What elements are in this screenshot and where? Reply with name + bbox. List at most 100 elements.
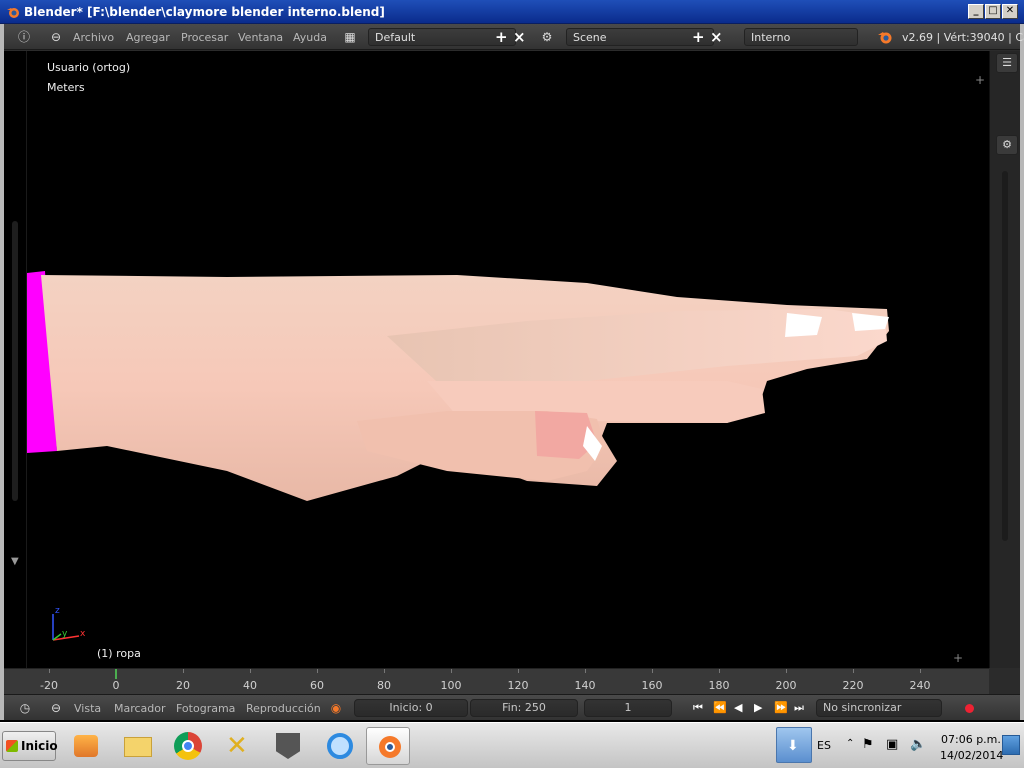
timeline-tick-mark (384, 669, 385, 673)
blender-logo-icon (7, 8, 19, 18)
expand-arrow-icon[interactable]: ▼ (11, 556, 19, 567)
timeline-tick-label: 140 (574, 679, 596, 692)
timeline-tick-label: 120 (507, 679, 529, 692)
timeline-playhead[interactable] (115, 669, 117, 679)
collapse-menu-icon[interactable]: ⊖ (48, 29, 64, 45)
nail-white-1 (785, 313, 822, 337)
show-hidden-windows-icon[interactable]: ⬇ (776, 727, 812, 763)
timeline-tick-mark (652, 669, 653, 673)
corner-plus-icon[interactable]: + (975, 73, 985, 87)
menu-vista[interactable]: Vista (74, 702, 101, 715)
file-explorer-icon[interactable] (116, 727, 160, 765)
clock-time[interactable]: 07:06 p.m. (941, 733, 1001, 746)
jump-keyframe-forward-icon[interactable]: ⏩ (774, 701, 788, 715)
timeline-tick-label: 40 (243, 679, 257, 692)
minimize-button[interactable]: _ (968, 4, 984, 19)
menu-fotograma[interactable]: Fotograma (176, 702, 235, 715)
timeline-tick-label: 80 (377, 679, 391, 692)
render-engine-select[interactable]: Interno (744, 28, 858, 46)
menu-ventana[interactable]: Ventana (238, 31, 283, 44)
record-icon[interactable] (965, 704, 974, 713)
windows-logo-icon (6, 740, 18, 752)
media-player-icon[interactable] (64, 727, 108, 765)
timeline-tick-mark (518, 669, 519, 673)
world-of-tanks-icon[interactable] (266, 727, 310, 765)
collapse-menu-icon[interactable]: ⊖ (48, 700, 64, 716)
window-title-bar: Blender* [F:\blender\claymore blender in… (0, 0, 1024, 24)
internet-explorer-icon[interactable] (318, 727, 362, 765)
start-button[interactable]: Inicio (2, 731, 58, 761)
language-indicator[interactable]: ES (817, 739, 831, 752)
tool-shelf-strip[interactable]: ▼ (4, 51, 27, 668)
right-side-panel[interactable]: ☰ ⚙ (989, 51, 1020, 668)
timeline-tick-mark (49, 669, 50, 673)
clock-date[interactable]: 14/02/2014 (940, 749, 1003, 762)
timeline-ruler[interactable]: -20 0 20 40 60 80 100 120 140 160 180 200 220 240 (4, 668, 989, 694)
current-frame-field[interactable]: 1 (584, 699, 672, 717)
menu-procesar[interactable]: Procesar (181, 31, 228, 44)
network-icon[interactable]: ▣ (886, 737, 898, 752)
blender-logo-icon (878, 32, 892, 44)
jump-keyframe-back-icon[interactable]: ⏪ (713, 701, 727, 715)
timeline-tick-label: 160 (641, 679, 663, 692)
timeline-tick-label: 200 (775, 679, 797, 692)
timeline-tick-label: 220 (842, 679, 864, 692)
maximize-button[interactable]: □ (985, 4, 1001, 19)
timeline-tick-mark (585, 669, 586, 673)
start-label: Inicio (21, 739, 58, 753)
sync-mode-select[interactable]: No sincronizar (816, 699, 942, 717)
timeline-tick-label: 100 (440, 679, 462, 692)
axis-z-label: z (55, 606, 60, 616)
scene-stats: v2.69 | Vért:39040 | Ca (902, 31, 1024, 44)
menu-reproduccion[interactable]: Reproducción (246, 702, 321, 715)
active-object-label: (1) ropa (97, 647, 141, 660)
start-frame-field[interactable]: Inicio: 0 (354, 699, 468, 717)
timeline-tick-label: 20 (176, 679, 190, 692)
action-center-flag-icon[interactable]: ⚑ (862, 737, 874, 752)
layout-field[interactable]: Default (368, 28, 516, 46)
axis-y-label: y (62, 629, 68, 639)
timeline-tick-mark (317, 669, 318, 673)
play-reverse-icon[interactable]: ◀ (734, 701, 742, 715)
play-icon[interactable]: ▶ (754, 701, 762, 715)
info-editor-icon[interactable]: ⓘ (16, 29, 32, 45)
timeline-header: ◷ ⊖ Vista Marcador Fotograma Reproducció… (4, 694, 1020, 720)
add-scene-icon[interactable]: + (692, 29, 705, 45)
timeline-tick-label: 0 (112, 679, 120, 692)
info-header: ⓘ ⊖ Archivo Agregar Procesar Ventana Ayu… (4, 24, 1024, 50)
add-layout-icon[interactable]: + (495, 29, 508, 45)
timeline-tick-mark (451, 669, 452, 673)
3d-viewport[interactable]: Usuario (ortog) Meters (1) ropa x y z + … (27, 51, 989, 668)
menu-ayuda[interactable]: Ayuda (293, 31, 327, 44)
volume-icon[interactable]: 🔈 (910, 737, 926, 752)
view-name-label: Usuario (ortog) (47, 61, 131, 74)
menu-marcador[interactable]: Marcador (114, 702, 166, 715)
blender-taskbar-icon[interactable] (366, 727, 410, 765)
timeline-editor-icon[interactable]: ◷ (17, 700, 33, 716)
end-frame-field[interactable]: Fin: 250 (470, 699, 578, 717)
close-button[interactable]: ✕ (1002, 4, 1018, 19)
menu-agregar[interactable]: Agregar (126, 31, 170, 44)
screen-layout-icon[interactable]: ▦ (342, 29, 358, 45)
show-desktop-icon[interactable] (1002, 735, 1020, 755)
game-launcher-icon[interactable]: ✕ (216, 727, 260, 765)
remove-layout-icon[interactable]: × (513, 29, 526, 45)
outliner-icon[interactable]: ☰ (996, 53, 1018, 73)
left-scrollbar[interactable] (12, 221, 18, 501)
properties-icon[interactable]: ⚙ (996, 135, 1018, 155)
timeline-tick-label: 180 (708, 679, 730, 692)
axis-x-label: x (80, 629, 86, 639)
timeline-tick-label: -20 (40, 679, 58, 692)
preview-range-icon[interactable]: ◉ (328, 700, 344, 716)
menu-archivo[interactable]: Archivo (73, 31, 114, 44)
tray-expand-icon[interactable]: ⌃ (846, 738, 854, 749)
remove-scene-icon[interactable]: × (710, 29, 723, 45)
jump-end-icon[interactable]: ⏭ (794, 701, 804, 715)
right-scrollbar[interactable] (1002, 171, 1008, 541)
units-label: Meters (47, 81, 85, 94)
timeline-tick-label: 240 (909, 679, 931, 692)
chrome-icon[interactable] (166, 727, 210, 765)
jump-start-icon[interactable]: ⏮ (693, 701, 703, 715)
corner-plus-icon[interactable]: + (953, 651, 963, 665)
scene-icon[interactable]: ⚙ (539, 29, 555, 45)
